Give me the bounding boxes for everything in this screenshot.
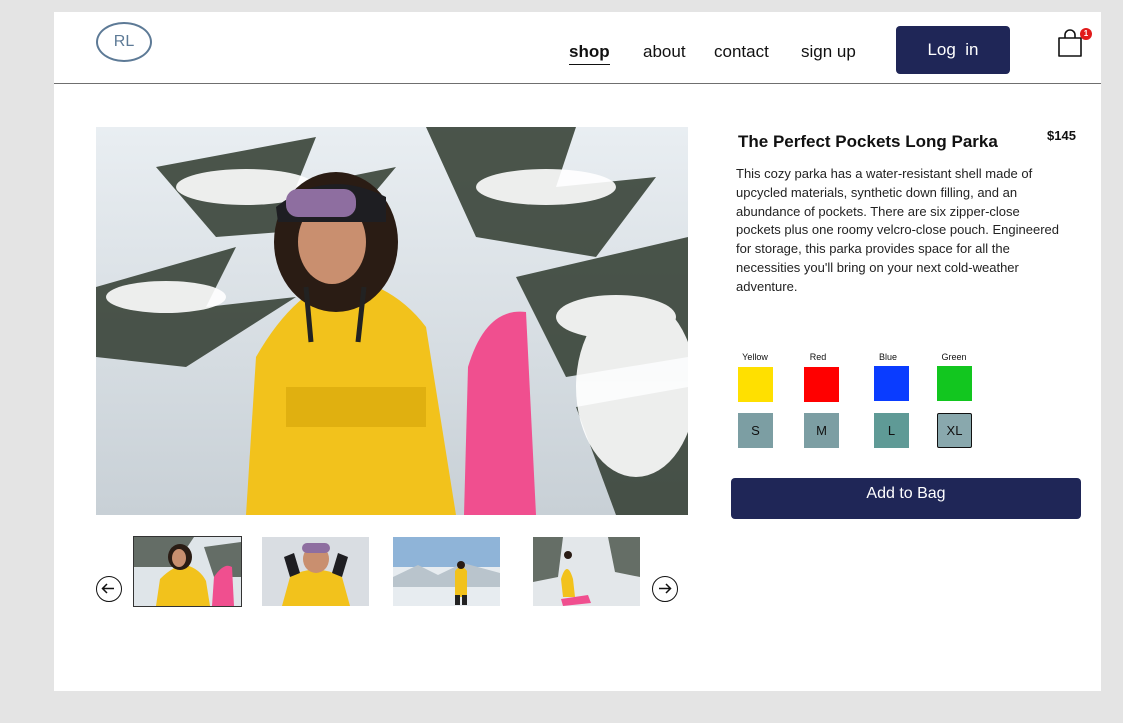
add-to-bag-button[interactable]: Add to Bag [731,478,1081,519]
bag-count-badge: 1 [1080,28,1092,40]
product-price: $145 [1047,128,1076,143]
login-button[interactable]: Log in [896,26,1010,74]
nav-contact[interactable]: contact [714,42,769,62]
color-swatch-yellow[interactable] [738,367,773,402]
nav-about[interactable]: about [643,42,686,62]
header-divider [54,83,1101,84]
color-label-blue: Blue [878,352,897,362]
size-option-xl[interactable]: XL [937,413,972,448]
nav-sign-up[interactable]: sign up [801,42,856,62]
page: RL shop about contact sign up Log in 1 T… [54,12,1101,691]
size-option-m[interactable]: M [804,413,839,448]
gallery-next-button[interactable] [652,576,678,602]
logo[interactable]: RL [96,22,152,62]
color-swatch-green[interactable] [937,366,972,401]
size-option-s[interactable]: S [738,413,773,448]
gallery-thumbnail-2[interactable] [262,537,369,606]
gallery-thumbnail-1[interactable] [133,536,242,607]
shopping-bag-icon[interactable]: 1 [1056,26,1092,58]
nav-shop[interactable]: shop [569,42,610,65]
color-label-yellow: Yellow [742,352,768,362]
color-label-red: Red [809,352,827,362]
header: RL shop about contact sign up Log in 1 [54,12,1101,84]
gallery-thumbnail-4[interactable] [533,537,640,606]
product-description: This cozy parka has a water-resistant sh… [736,166,1060,294]
color-swatch-blue[interactable] [874,366,909,401]
size-option-l[interactable]: L [874,413,909,448]
product-title: The Perfect Pockets Long Parka [738,132,998,151]
color-swatch-red[interactable] [804,367,839,402]
gallery-thumbnail-3[interactable] [393,537,500,606]
product-main-image [96,127,688,515]
color-label-green: Green [941,352,967,362]
gallery-prev-button[interactable] [96,576,122,602]
